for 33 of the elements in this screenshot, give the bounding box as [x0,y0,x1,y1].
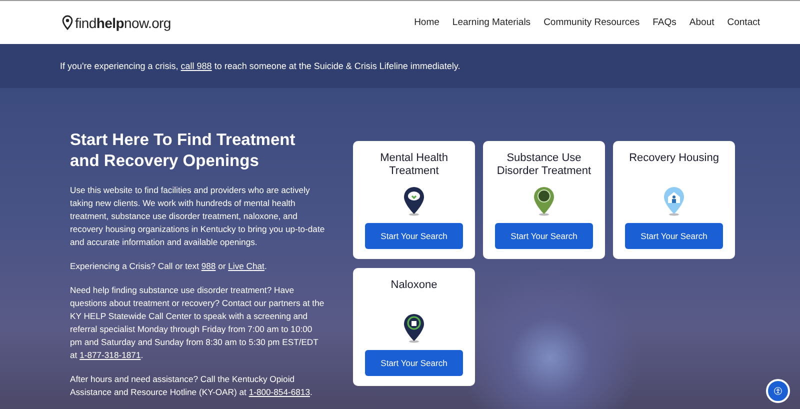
start-search-button[interactable]: Start Your Search [625,223,723,249]
nav-link[interactable]: Community Resources [544,17,640,28]
call-link[interactable]: call 988 [180,61,212,71]
nav-link[interactable]: Home [414,17,440,28]
start-search-button[interactable]: Start Your Search [495,223,593,249]
card-title: Recovery Housing [629,152,719,166]
nav-link[interactable]: Contact [727,17,760,28]
map-pin-icon [62,14,73,30]
intro-heading: Start Here To Find Treatment and Recovery Openings [70,130,296,172]
accessibility-icon [774,384,782,398]
crisis-message: If you're experiencing a crisis, call 988 to reach someone at the Suicide & Crisis Lifeline immediately. [60,61,460,71]
intro-paragraph: Experiencing a Crisis? Call or text 988 or Live Chat. [70,260,268,273]
nav-link[interactable]: About [689,17,714,28]
text-link[interactable]: Live Chat [228,261,264,271]
map-pin-icon [532,186,556,216]
text-link[interactable]: 1-800-854-6813 [248,387,310,397]
text-link[interactable]: 1-877-318-1871 [80,350,141,360]
accessibility-button[interactable] [766,379,790,403]
text-link[interactable]: 988 [201,261,216,271]
card-title: Substance Use Disorder Treatment [496,152,592,178]
start-search-button[interactable]: Start Your Search [365,223,463,249]
nav-link[interactable]: Learning Materials [452,17,531,28]
intro-paragraph: Use this website to find facilities and providers who are actively taking new clients. We work with hundreds of mental health treatment, substance use disorder treatment, naloxone, and recovery housing organizations in Kentucky to bring you up-to-date and accurate information and available openings. [70,184,325,249]
card-title: Mental Health Treatment [379,152,449,178]
house-pin-icon [662,186,686,216]
card-title: Naloxone [390,279,438,293]
map-pin-icon [402,186,426,216]
intro-paragraph: Need help finding substance use disorder treatment? Have questions about treatment or recovery? Contact our partners at the KY HELP Statewide Call Center to speak with a screening and referral specialist Monday through Friday from 7:00 am to 10:00 pm and Saturday and Sunday from 8:30 am to 5:30 pm EST/EDT at 1-877-318-1871. [70,284,325,362]
map-pin-icon [402,312,426,342]
start-search-button[interactable]: Start Your Search [365,350,463,376]
nav-link[interactable]: FAQs [652,17,676,28]
logo-text[interactable]: findhelpnow.org [75,14,171,30]
intro-paragraph: After hours and need assistance? Call the Kentucky Opioid Assistance and Resource Hotline (KY-OAR) at 1-800-854-6813. [70,373,314,399]
